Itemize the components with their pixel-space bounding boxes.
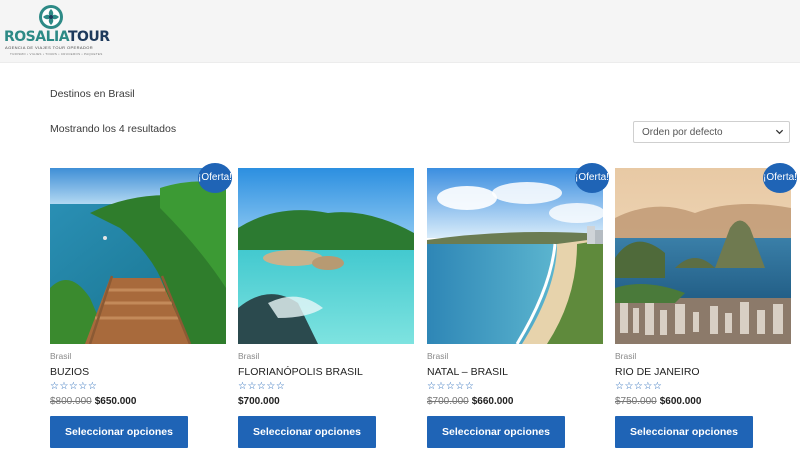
old-price: $750.000 <box>615 396 657 407</box>
sale-badge: ¡Oferta! <box>575 163 609 193</box>
orderby-select[interactable]: Orden por defecto <box>633 121 790 143</box>
product-category[interactable]: Brasil <box>50 351 71 361</box>
current-price: $600.000 <box>659 396 702 407</box>
sale-badge: ¡Oferta! <box>198 163 232 193</box>
site-header: ROSALIATOUR AGENCIA DE VIAJES TOUR OPERA… <box>0 0 800 63</box>
old-price: $700.000 <box>427 396 469 407</box>
current-price: $700.000 <box>238 396 280 407</box>
product-title[interactable]: RIO DE JANEIRO <box>615 366 700 378</box>
result-count: Mostrando los 4 resultados <box>50 123 177 135</box>
chevron-down-icon <box>775 129 784 135</box>
product-image[interactable] <box>50 168 226 344</box>
product-price: $750.000 $600.000 <box>615 396 701 407</box>
star-rating-icon: ☆☆☆☆☆ <box>427 381 475 392</box>
star-rating-icon: ☆☆☆☆☆ <box>50 381 98 392</box>
product-title[interactable]: FLORIANÓPOLIS BRASIL <box>238 366 363 378</box>
star-rating-icon: ☆☆☆☆☆ <box>238 381 286 392</box>
select-options-button[interactable]: Seleccionar opciones <box>615 416 753 448</box>
product-image[interactable] <box>427 168 603 344</box>
brand-subline: TURISMO • VIAJES • TOURS • CRUCEROS • PA… <box>10 52 103 56</box>
product-image[interactable] <box>615 168 791 344</box>
breadcrumb: Destinos en Brasil <box>50 88 135 100</box>
product-category[interactable]: Brasil <box>238 351 259 361</box>
product-price: $800.000 $650.000 <box>50 396 136 407</box>
star-rating-icon: ☆☆☆☆☆ <box>615 381 663 392</box>
flower-logo-icon <box>39 5 63 29</box>
select-options-button[interactable]: Seleccionar opciones <box>50 416 188 448</box>
product-title[interactable]: BUZIOS <box>50 366 89 378</box>
product-category[interactable]: Brasil <box>427 351 448 361</box>
select-options-button[interactable]: Seleccionar opciones <box>427 416 565 448</box>
old-price: $800.000 <box>50 396 92 407</box>
product-title[interactable]: NATAL – BRASIL <box>427 366 508 378</box>
brand-name: ROSALIATOUR <box>4 29 110 45</box>
product-price: $700.000 <box>238 396 280 407</box>
brand-tagline: AGENCIA DE VIAJES TOUR OPERADOR <box>5 45 94 50</box>
site-logo[interactable]: ROSALIATOUR AGENCIA DE VIAJES TOUR OPERA… <box>4 3 110 59</box>
current-price: $650.000 <box>94 396 137 407</box>
sale-badge: ¡Oferta! <box>763 163 797 193</box>
select-options-button[interactable]: Seleccionar opciones <box>238 416 376 448</box>
product-category[interactable]: Brasil <box>615 351 636 361</box>
current-price: $660.000 <box>471 396 514 407</box>
product-image[interactable] <box>238 168 414 344</box>
product-price: $700.000 $660.000 <box>427 396 513 407</box>
orderby-selected-value: Orden por defecto <box>642 127 723 138</box>
